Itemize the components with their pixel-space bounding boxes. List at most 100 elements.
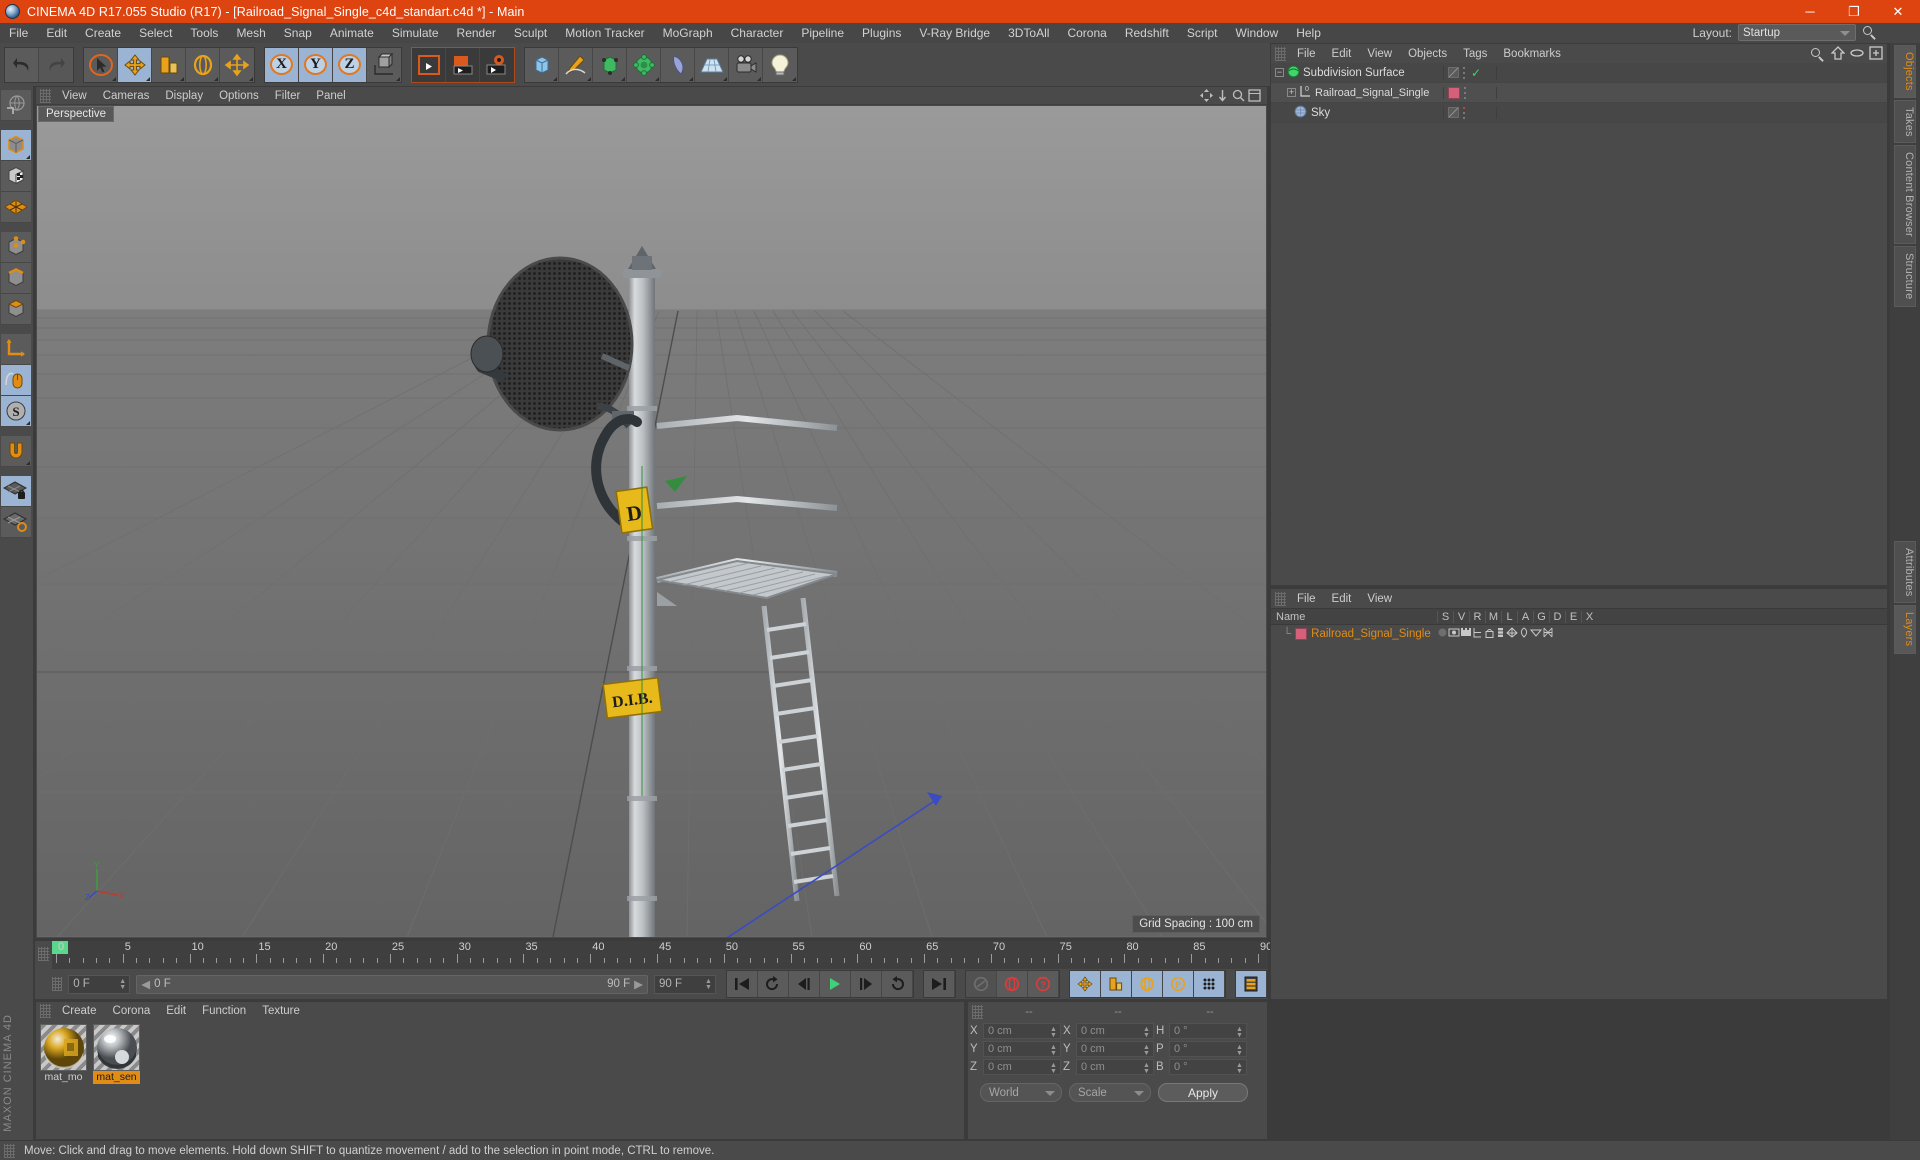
coord-spinner-pos-x[interactable]: ▲ ▼ bbox=[1050, 1026, 1057, 1040]
floor-icon[interactable] bbox=[695, 47, 729, 82]
vtab-structure[interactable]: Structure bbox=[1894, 246, 1916, 307]
play-backwards-button[interactable] bbox=[789, 971, 820, 997]
pan-view-icon[interactable] bbox=[1200, 89, 1213, 102]
tag-dots-icon[interactable] bbox=[1463, 106, 1467, 119]
viewport-menu-view[interactable]: View bbox=[54, 87, 95, 105]
object-row-subdivision-surface[interactable]: − Subdivision Surface ✓ bbox=[1271, 63, 1887, 83]
go-to-parent-icon[interactable] bbox=[1830, 46, 1846, 63]
visibility-dot-icon[interactable] bbox=[1448, 107, 1459, 118]
menu-render[interactable]: Render bbox=[448, 23, 505, 43]
object-search-icon[interactable] bbox=[1810, 47, 1826, 63]
material-menu-corona[interactable]: Corona bbox=[105, 1002, 159, 1020]
material-thumbnail[interactable] bbox=[40, 1024, 87, 1071]
point-level-animation-icon[interactable] bbox=[1194, 971, 1225, 997]
material-menu-texture[interactable]: Texture bbox=[254, 1002, 308, 1020]
object-tag-column[interactable] bbox=[1443, 106, 1497, 119]
layer-name[interactable]: Railroad_Signal_Single bbox=[1311, 628, 1431, 640]
coord-spinner-size-z[interactable]: ▲ ▼ bbox=[1143, 1062, 1150, 1076]
coord-field-pos-y[interactable]: 0 cm ▲ ▼ bbox=[983, 1040, 1061, 1057]
record-rotation-icon[interactable] bbox=[1132, 971, 1163, 997]
vtab-layers[interactable]: Layers bbox=[1894, 605, 1916, 654]
go-to-next-key-button[interactable] bbox=[882, 971, 913, 997]
viewport-menu-cameras[interactable]: Cameras bbox=[95, 87, 158, 105]
expand-all-icon[interactable] bbox=[1869, 46, 1883, 63]
object-row-railroad-signal-single[interactable]: + 0 Railroad_Signal_Single bbox=[1271, 83, 1887, 103]
menu-file[interactable]: File bbox=[0, 23, 37, 43]
vtab-takes[interactable]: Takes bbox=[1894, 99, 1916, 144]
generator-icon[interactable] bbox=[593, 47, 627, 82]
menu-help[interactable]: Help bbox=[1287, 23, 1330, 43]
go-to-end-button[interactable] bbox=[924, 971, 955, 997]
transform-mode-select[interactable]: Scale bbox=[1069, 1083, 1151, 1102]
play-forward-button[interactable] bbox=[820, 971, 851, 997]
timeline-ruler[interactable]: 0 5 10 15 20 25 30 35 40 45 50 55 60 65 70 75 80 85 90 bbox=[52, 941, 1272, 969]
vtab-objects[interactable]: Objects bbox=[1894, 45, 1916, 98]
object-filter-icon[interactable] bbox=[1850, 46, 1864, 63]
axis-y-toggle[interactable]: Y bbox=[299, 47, 333, 82]
material-item[interactable]: mat_mo bbox=[40, 1024, 87, 1084]
edge-mode-icon[interactable] bbox=[1, 263, 31, 294]
vtab-attributes[interactable]: Attributes bbox=[1894, 540, 1916, 604]
timeline-grip-icon[interactable] bbox=[38, 947, 49, 961]
layer-col-g[interactable]: G bbox=[1533, 610, 1549, 623]
go-to-start-button[interactable] bbox=[727, 971, 758, 997]
menu-simulate[interactable]: Simulate bbox=[383, 23, 448, 43]
axis-modify-icon[interactable] bbox=[1, 334, 31, 365]
menu-tools[interactable]: Tools bbox=[181, 23, 227, 43]
texture-mode-icon[interactable] bbox=[1, 161, 31, 192]
redo-icon[interactable] bbox=[39, 47, 73, 82]
coord-field-size-y[interactable]: 0 cm ▲ ▼ bbox=[1076, 1040, 1154, 1057]
layer-toggle-a[interactable] bbox=[1495, 627, 1506, 641]
material-tag-icon[interactable] bbox=[1448, 86, 1460, 99]
object-menu-view[interactable]: View bbox=[1359, 45, 1400, 63]
layer-toggle-x[interactable] bbox=[1542, 627, 1554, 641]
coord-field-size-x[interactable]: 0 cm ▲ ▼ bbox=[1076, 1022, 1154, 1039]
viewport-menu-display[interactable]: Display bbox=[157, 87, 211, 105]
polygon-grid-icon[interactable] bbox=[1, 192, 31, 223]
object-tag-column[interactable]: ✓ bbox=[1443, 65, 1497, 80]
layer-col-d[interactable]: D bbox=[1549, 610, 1565, 623]
menu-vray-bridge[interactable]: V-Ray Bridge bbox=[910, 23, 999, 43]
viewport-canvas[interactable]: D D.I.B. Y X Z Grid Spacing: 100 cm bbox=[37, 106, 1266, 937]
menu-motion-tracker[interactable]: Motion Tracker bbox=[556, 23, 653, 43]
material-item[interactable]: mat_sen bbox=[93, 1024, 140, 1084]
menu-mesh[interactable]: Mesh bbox=[227, 23, 274, 43]
material-grip-icon[interactable] bbox=[40, 1004, 51, 1018]
menu-create[interactable]: Create bbox=[76, 23, 130, 43]
close-button[interactable]: ✕ bbox=[1876, 0, 1920, 23]
move-axis-icon[interactable] bbox=[220, 47, 254, 82]
viewport-solo-icon[interactable] bbox=[1, 365, 31, 396]
layer-toggle-e[interactable] bbox=[1529, 627, 1543, 641]
menu-animate[interactable]: Animate bbox=[321, 23, 383, 43]
coord-spinner-rot-h[interactable]: ▲ ▼ bbox=[1236, 1026, 1243, 1040]
menu-redshift[interactable]: Redshift bbox=[1116, 23, 1178, 43]
layer-color-swatch[interactable] bbox=[1295, 628, 1308, 640]
axis-x-toggle[interactable]: X bbox=[265, 47, 299, 82]
magnet-tool-icon[interactable] bbox=[1, 436, 31, 467]
layer-col-x[interactable]: X bbox=[1581, 610, 1597, 623]
coord-field-pos-x[interactable]: 0 cm ▲ ▼ bbox=[983, 1022, 1061, 1040]
viewport-menu-panel[interactable]: Panel bbox=[308, 87, 353, 105]
lock-workplane-icon[interactable] bbox=[1, 476, 31, 507]
layer-toggle-s[interactable] bbox=[1437, 627, 1448, 641]
light-icon[interactable] bbox=[763, 47, 797, 82]
object-menu-file[interactable]: File bbox=[1289, 45, 1324, 63]
menu-mograph[interactable]: MoGraph bbox=[654, 23, 722, 43]
record-scale-icon[interactable] bbox=[1101, 971, 1132, 997]
coord-field-rot-h[interactable]: 0 ° ▲ ▼ bbox=[1169, 1022, 1247, 1040]
world-coordinate-toggle[interactable] bbox=[367, 47, 401, 82]
menu-snap[interactable]: Snap bbox=[275, 23, 321, 43]
layout-select[interactable]: Startup bbox=[1738, 24, 1856, 41]
object-manager-grip-icon[interactable] bbox=[1275, 46, 1286, 61]
timeline-window-icon[interactable] bbox=[1236, 971, 1267, 997]
layer-toggle-l[interactable] bbox=[1484, 627, 1495, 641]
coord-field-size-z[interactable]: 0 cm ▲ ▼ bbox=[1076, 1058, 1154, 1076]
object-menu-objects[interactable]: Objects bbox=[1400, 45, 1455, 63]
layer-row[interactable]: └ Railroad_Signal_Single bbox=[1271, 625, 1887, 643]
layer-menu-view[interactable]: View bbox=[1359, 590, 1400, 608]
layer-manager-grip-icon[interactable] bbox=[1275, 591, 1286, 606]
soft-selection-icon[interactable]: S bbox=[1, 396, 31, 427]
menu-script[interactable]: Script bbox=[1178, 23, 1227, 43]
document-end-spinner[interactable]: ▲ ▼ bbox=[705, 978, 712, 992]
material-menu-function[interactable]: Function bbox=[194, 1002, 254, 1020]
